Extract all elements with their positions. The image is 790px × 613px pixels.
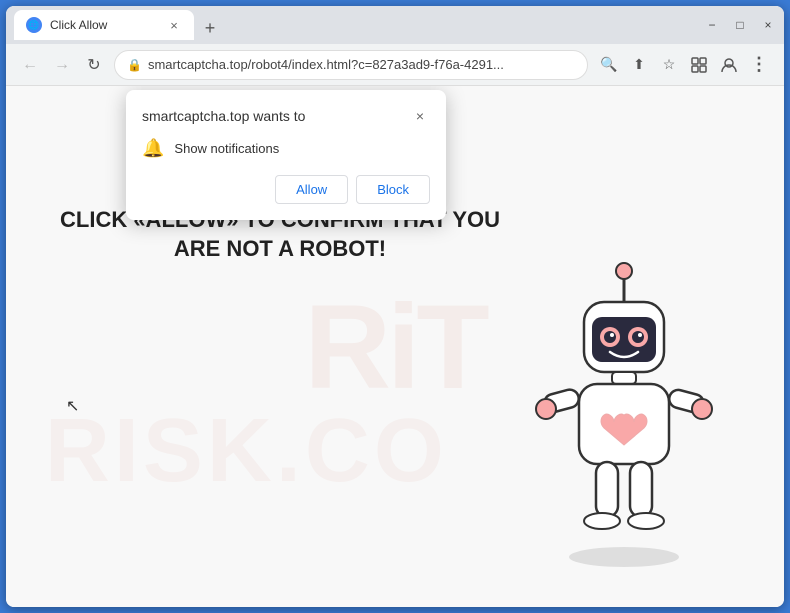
bell-icon: 🔔 [142, 138, 164, 159]
close-button[interactable]: × [760, 19, 776, 31]
popup-buttons: Allow Block [142, 175, 430, 204]
block-button[interactable]: Block [356, 175, 430, 204]
lock-icon: 🔒 [127, 58, 142, 72]
back-button[interactable]: ← [18, 53, 42, 77]
minimize-button[interactable]: − [704, 19, 720, 31]
refresh-button[interactable]: ↻ [82, 53, 106, 77]
title-bar: 🌐 Click Allow × + − □ × [6, 6, 784, 44]
popup-header: smartcaptcha.top wants to × [142, 106, 430, 126]
browser-window: 🌐 Click Allow × + − □ × ← → ↻ 🔒 smartcap… [6, 6, 784, 607]
robot-illustration [524, 247, 724, 587]
notification-popup: smartcaptcha.top wants to × 🔔 Show notif… [126, 90, 446, 220]
active-tab[interactable]: 🌐 Click Allow × [14, 10, 194, 40]
popup-close-button[interactable]: × [410, 106, 430, 126]
popup-notification-row: 🔔 Show notifications [142, 138, 430, 159]
allow-button[interactable]: Allow [275, 175, 348, 204]
toolbar-icons: 🔍 ⬆ ☆ ⋮ [596, 52, 772, 78]
tab-close-button[interactable]: × [166, 17, 182, 33]
watermark-bottom: RISK.CO [45, 400, 448, 503]
address-bar-input[interactable]: 🔒 smartcaptcha.top/robot4/index.html?c=8… [114, 50, 588, 80]
new-tab-button[interactable]: + [198, 16, 222, 40]
popup-notification-text: Show notifications [174, 141, 279, 156]
page-content: RiT RISK.CO smartcaptcha.top wants to × … [6, 86, 784, 607]
popup-title: smartcaptcha.top wants to [142, 108, 305, 124]
tab-bar: 🌐 Click Allow × + [14, 10, 696, 40]
watermark: RiT [304, 278, 485, 416]
address-bar: ← → ↻ 🔒 smartcaptcha.top/robot4/index.ht… [6, 44, 784, 86]
bookmark-icon[interactable]: ☆ [656, 52, 682, 78]
mouse-cursor: ↖ [66, 396, 79, 416]
search-icon[interactable]: 🔍 [596, 52, 622, 78]
url-text: smartcaptcha.top/robot4/index.html?c=827… [148, 57, 504, 72]
extensions-icon[interactable] [686, 52, 712, 78]
tab-favicon: 🌐 [26, 17, 42, 33]
profile-icon[interactable] [716, 52, 742, 78]
share-icon[interactable]: ⬆ [626, 52, 652, 78]
menu-button[interactable]: ⋮ [746, 52, 772, 78]
tab-title: Click Allow [50, 18, 158, 32]
window-controls: − □ × [704, 19, 776, 31]
maximize-button[interactable]: □ [732, 19, 748, 31]
forward-button[interactable]: → [50, 53, 74, 77]
